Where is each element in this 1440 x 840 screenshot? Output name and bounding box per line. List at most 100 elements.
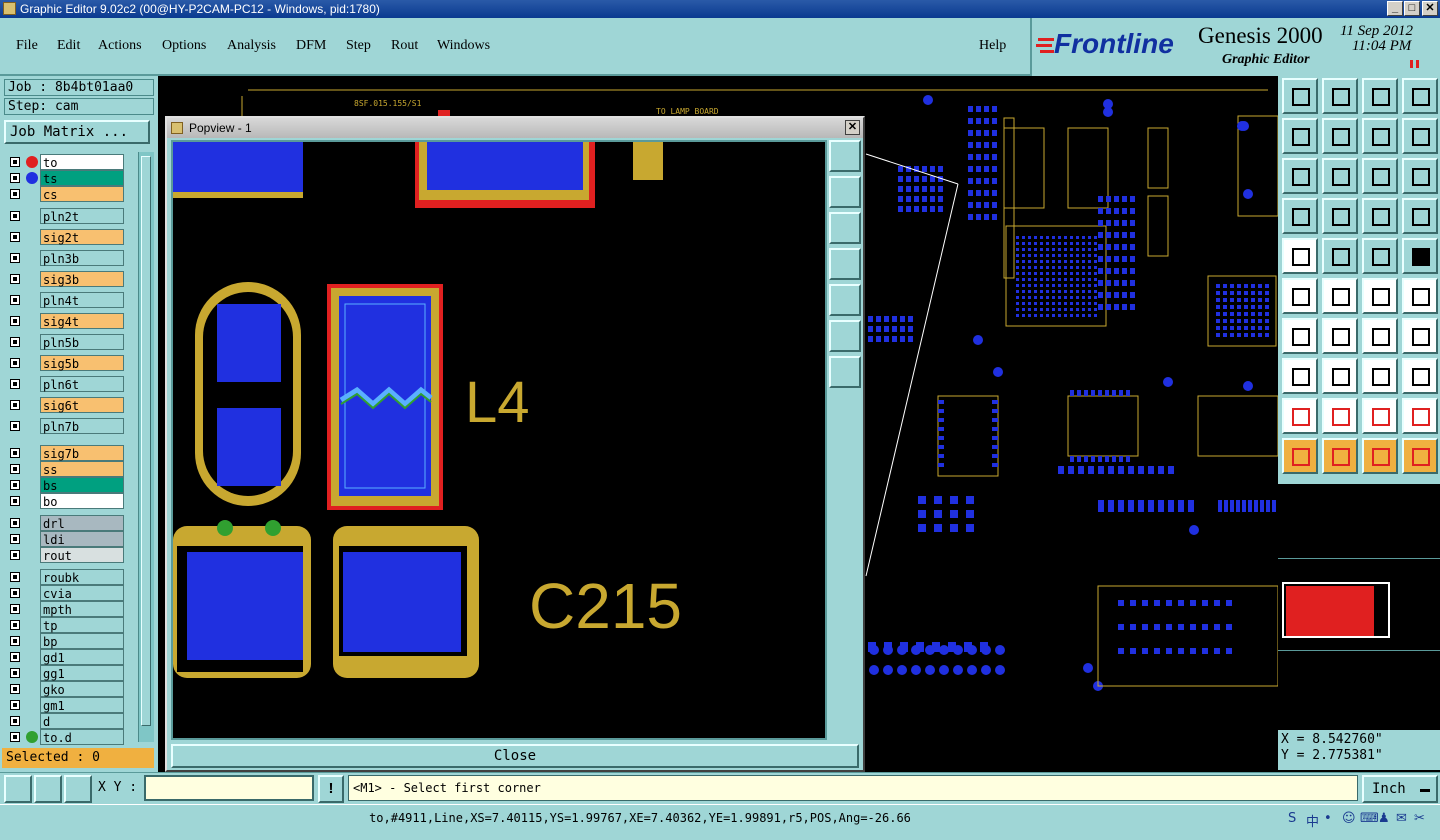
tool-flip-features-button[interactable] — [1402, 318, 1438, 354]
layer-row-drl[interactable]: drl — [6, 515, 124, 531]
layer-checkbox[interactable] — [10, 337, 20, 347]
layer-checkbox[interactable] — [10, 684, 20, 694]
layer-name[interactable]: ss — [40, 461, 124, 477]
layer-checkbox[interactable] — [10, 189, 20, 199]
layer-checkbox[interactable] — [10, 700, 20, 710]
tool-add-point-red-button[interactable] — [1402, 278, 1438, 314]
pop-pan-up-button[interactable] — [829, 176, 861, 208]
menu-rout[interactable]: Rout — [391, 38, 418, 54]
layer-row-sig3b[interactable]: sig3b — [6, 271, 124, 287]
close-window-button[interactable]: ✕ — [1422, 1, 1438, 16]
layer-checkbox[interactable] — [10, 588, 20, 598]
menu-dfm[interactable]: DFM — [296, 38, 326, 54]
tool-measure-area-button[interactable] — [1362, 358, 1398, 394]
tool-pointer-path-button[interactable] — [1402, 438, 1438, 474]
layer-row-tp[interactable]: tp — [6, 617, 124, 633]
menu-options[interactable]: Options — [162, 38, 206, 54]
layer-row-sig4t[interactable]: sig4t — [6, 313, 124, 329]
layer-checkbox[interactable] — [10, 421, 20, 431]
layer-checkbox[interactable] — [10, 274, 20, 284]
tray-icon-0[interactable]: S — [1288, 811, 1296, 826]
layer-name[interactable]: pln4t — [40, 292, 124, 308]
layer-checkbox[interactable] — [10, 604, 20, 614]
tool-open-step-button[interactable] — [1282, 78, 1318, 114]
tray-icon-4[interactable]: ⌨ — [1360, 811, 1379, 826]
layer-name[interactable]: sig7b — [40, 445, 124, 461]
layer-name[interactable]: ts — [40, 170, 124, 186]
menu-edit[interactable]: Edit — [57, 38, 80, 54]
pop-zoom-out-button[interactable] — [829, 320, 861, 352]
tool-layers-color-button[interactable] — [1362, 198, 1398, 234]
layer-name[interactable]: rout — [40, 547, 124, 563]
layer-name[interactable]: sig4t — [40, 313, 124, 329]
warning-icon[interactable]: ! — [318, 775, 344, 803]
layer-checkbox[interactable] — [10, 652, 20, 662]
layer-row-pln2t[interactable]: pln2t — [6, 208, 124, 224]
layer-name[interactable]: roubk — [40, 569, 124, 585]
layer-name[interactable]: gko — [40, 681, 124, 697]
popview-close-icon[interactable]: ✕ — [845, 120, 860, 135]
layer-name[interactable]: cvia — [40, 585, 124, 601]
layer-row-d[interactable]: d — [6, 713, 124, 729]
layer-row-ldi[interactable]: ldi — [6, 531, 124, 547]
layer-row-pln4t[interactable]: pln4t — [6, 292, 124, 308]
layer-row-sig5b[interactable]: sig5b — [6, 355, 124, 371]
layer-name[interactable]: to — [40, 154, 124, 170]
layer-row-ts[interactable]: ts — [6, 170, 124, 186]
pop-zoom-in-button[interactable] — [829, 140, 861, 172]
layer-row-ss[interactable]: ss — [6, 461, 124, 477]
tool-fit-screen-button[interactable] — [1282, 158, 1318, 194]
tool-line-angle-button[interactable] — [1322, 318, 1358, 354]
tool-pointer-box-button[interactable] — [1322, 438, 1358, 474]
tool-pointer-button[interactable] — [1282, 438, 1318, 474]
tool-cut-line-button[interactable] — [1322, 358, 1358, 394]
layer-checkbox[interactable] — [10, 211, 20, 221]
tool-arrow-red-3-button[interactable] — [1362, 398, 1398, 434]
tool-home-button[interactable] — [1362, 78, 1398, 114]
layer-checkbox[interactable] — [10, 732, 20, 742]
snap-button[interactable] — [4, 775, 32, 803]
tool-add-point-button[interactable] — [1362, 278, 1398, 314]
layer-checkbox[interactable] — [10, 550, 20, 560]
tool-pointer-zoom-button[interactable] — [1362, 438, 1398, 474]
layer-name[interactable]: tp — [40, 617, 124, 633]
layer-checkbox[interactable] — [10, 448, 20, 458]
layer-name[interactable]: pln7b — [40, 418, 124, 434]
layer-checkbox[interactable] — [10, 636, 20, 646]
pop-pan-left-button[interactable] — [829, 248, 861, 280]
layer-name[interactable]: sig2t — [40, 229, 124, 245]
layer-name[interactable]: gm1 — [40, 697, 124, 713]
layer-row-gg1[interactable]: gg1 — [6, 665, 124, 681]
tool-scale-1-2-button[interactable] — [1362, 158, 1398, 194]
layer-row-sig2t[interactable]: sig2t — [6, 229, 124, 245]
tool-draw-rect-button[interactable] — [1322, 238, 1358, 274]
tool-snap-center-button[interactable] — [1282, 238, 1318, 274]
layer-checkbox[interactable] — [10, 379, 20, 389]
layer-row-pln7b[interactable]: pln7b — [6, 418, 124, 434]
tool-arrow-red-1-button[interactable] — [1282, 398, 1318, 434]
menu-actions[interactable]: Actions — [98, 38, 142, 54]
layer-checkbox[interactable] — [10, 572, 20, 582]
layer-name[interactable]: drl — [40, 515, 124, 531]
layer-checkbox[interactable] — [10, 518, 20, 528]
layer-name[interactable]: pln2t — [40, 208, 124, 224]
layer-checkbox[interactable] — [10, 358, 20, 368]
layer-row-gm1[interactable]: gm1 — [6, 697, 124, 713]
units-select[interactable]: Inch — [1362, 775, 1438, 803]
layer-checkbox[interactable] — [10, 232, 20, 242]
layer-name[interactable]: to.d — [40, 729, 124, 745]
layer-row-pln6t[interactable]: pln6t — [6, 376, 124, 392]
measure-button[interactable] — [34, 775, 62, 803]
tray-icon-1[interactable]: 中 — [1306, 811, 1319, 830]
tray-icon-6[interactable]: ✉ — [1396, 811, 1407, 826]
tool-pan-right-button[interactable] — [1322, 118, 1358, 154]
layer-checkbox[interactable] — [10, 316, 20, 326]
layer-row-bs[interactable]: bs — [6, 477, 124, 493]
layer-name[interactable]: sig5b — [40, 355, 124, 371]
layer-row-sig7b[interactable]: sig7b — [6, 445, 124, 461]
overview-frame[interactable] — [1282, 582, 1390, 638]
xy-input[interactable] — [144, 775, 314, 801]
tool-grid-button[interactable] — [1322, 198, 1358, 234]
scroll-thumb[interactable] — [141, 156, 151, 726]
layer-name[interactable]: bo — [40, 493, 124, 509]
